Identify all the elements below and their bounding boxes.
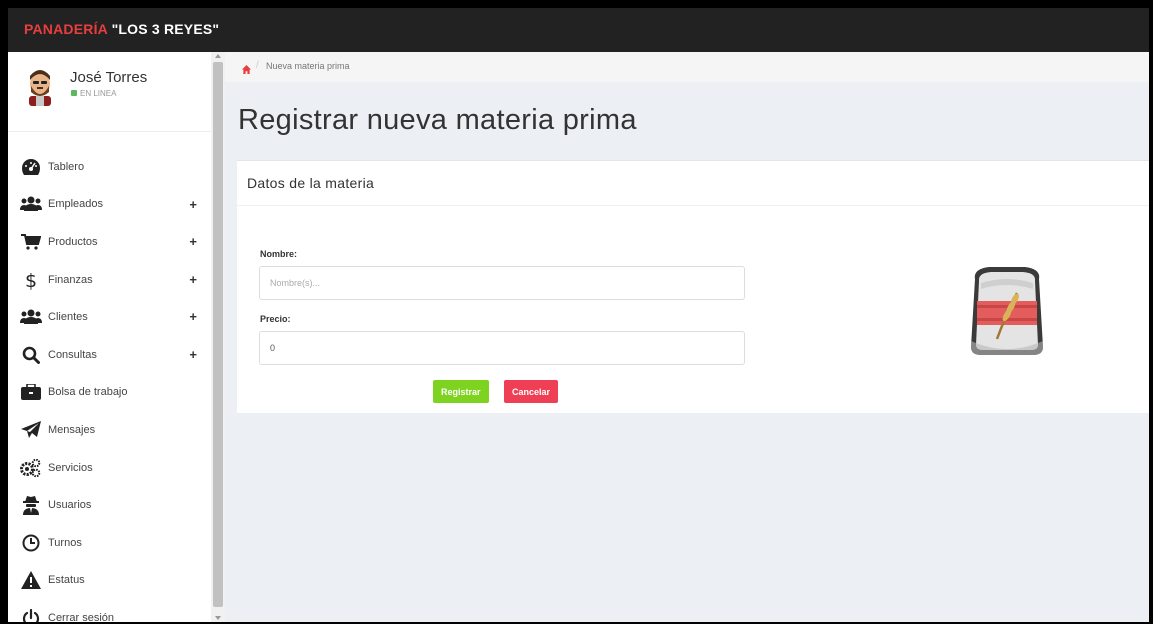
- warning-icon: [20, 570, 42, 590]
- sidebar-item-label: Consultas: [48, 348, 97, 361]
- user-name: José Torres: [70, 69, 148, 86]
- breadcrumb: / Nueva materia prima: [225, 52, 1149, 82]
- sidebar-item-bolsa-de-trabajo[interactable]: Bolsa de trabajo: [8, 374, 211, 412]
- sidebar-item-clientes[interactable]: Clientes +: [8, 298, 211, 336]
- sidebar-item-empleados[interactable]: Empleados +: [8, 186, 211, 224]
- sidebar-item-label: Servicios: [48, 461, 93, 474]
- sidebar-item-turnos[interactable]: Turnos: [8, 524, 211, 562]
- users-icon: [20, 194, 42, 214]
- top-navbar: PANADERÍA "LOS 3 REYES": [8, 8, 1149, 52]
- sidebar-item-consultas[interactable]: Consultas +: [8, 336, 211, 374]
- app-window: PANADERÍA "LOS 3 REYES" José Torres EN L…: [8, 8, 1149, 622]
- box-title: Datos de la materia: [247, 175, 375, 191]
- paper-plane-icon: [20, 420, 42, 440]
- expand-plus-icon[interactable]: +: [189, 272, 197, 287]
- sidebar-item-finanzas[interactable]: $ Finanzas +: [8, 261, 211, 299]
- sidebar-item-cerrar-sesion[interactable]: Cerrar sesión: [8, 599, 211, 622]
- precio-input[interactable]: [259, 331, 745, 365]
- sidebar-item-label: Cerrar sesión: [48, 611, 115, 622]
- avatar: [23, 66, 57, 106]
- scroll-up-arrow-icon[interactable]: [215, 54, 221, 58]
- sidebar-item-label: Clientes: [48, 311, 88, 324]
- user-status: EN LINEA: [71, 89, 116, 98]
- expand-plus-icon[interactable]: +: [189, 197, 197, 212]
- cogs-icon: [20, 458, 42, 478]
- dashboard-icon: [20, 157, 42, 177]
- status-text: EN LINEA: [80, 89, 117, 98]
- cart-icon: [20, 232, 42, 252]
- power-icon: [20, 608, 42, 622]
- search-icon: [20, 345, 42, 365]
- nombre-input[interactable]: [259, 266, 745, 300]
- precio-label: Precio:: [260, 314, 291, 324]
- sidebar-scrollbar[interactable]: [211, 52, 225, 622]
- expand-plus-icon[interactable]: +: [189, 309, 197, 324]
- flour-sack-icon: [967, 261, 1047, 361]
- expand-plus-icon[interactable]: +: [189, 347, 197, 362]
- svg-text:$: $: [25, 270, 37, 290]
- sidebar-menu: Tablero Empleados + Productos + $ Finanz…: [8, 148, 211, 622]
- sidebar-item-label: Empleados: [48, 198, 104, 211]
- sidebar-item-label: Mensajes: [48, 423, 96, 436]
- sidebar-item-estatus[interactable]: Estatus: [8, 562, 211, 600]
- sidebar-item-mensajes[interactable]: Mensajes: [8, 411, 211, 449]
- sidebar-item-tablero[interactable]: Tablero: [8, 148, 211, 186]
- scroll-down-arrow-icon[interactable]: [215, 616, 221, 620]
- dollar-icon: $: [20, 270, 42, 290]
- sidebar-item-label: Finanzas: [48, 273, 93, 286]
- scrollbar-thumb[interactable]: [213, 62, 223, 607]
- sidebar-item-label: Bolsa de trabajo: [48, 386, 128, 399]
- briefcase-icon: [20, 382, 42, 402]
- user-secret-icon: [20, 495, 42, 516]
- breadcrumb-current: Nueva materia prima: [266, 61, 350, 71]
- page-title: Registrar nueva materia prima: [238, 104, 637, 136]
- form-box: Datos de la materia Nombre: Precio: Regi…: [237, 160, 1149, 413]
- sidebar-item-label: Usuarios: [48, 499, 92, 512]
- sidebar-item-label: Tablero: [48, 160, 85, 173]
- brand-logo[interactable]: PANADERÍA "LOS 3 REYES": [24, 21, 219, 37]
- sidebar: José Torres EN LINEA Tablero Empleados +: [8, 52, 211, 622]
- sidebar-item-productos[interactable]: Productos +: [8, 223, 211, 261]
- breadcrumb-separator: /: [256, 60, 259, 71]
- cancelar-button[interactable]: Cancelar: [504, 380, 559, 403]
- users-icon: [20, 307, 42, 327]
- nombre-label: Nombre:: [260, 249, 298, 259]
- clock-icon: [20, 533, 42, 553]
- expand-plus-icon[interactable]: +: [189, 234, 197, 249]
- sidebar-item-servicios[interactable]: Servicios: [8, 449, 211, 487]
- brand-name-highlight: "LOS 3 REYES": [111, 21, 220, 37]
- main-content: / Nueva materia prima Registrar nueva ma…: [225, 52, 1149, 622]
- user-panel: José Torres EN LINEA: [8, 52, 211, 132]
- sidebar-item-label: Turnos: [48, 536, 82, 549]
- box-header: Datos de la materia: [237, 161, 1149, 206]
- home-icon[interactable]: [242, 61, 251, 79]
- sidebar-item-usuarios[interactable]: Usuarios: [8, 486, 211, 524]
- sidebar-item-label: Productos: [48, 235, 98, 248]
- sidebar-item-label: Estatus: [48, 574, 85, 587]
- registrar-button[interactable]: Registrar: [433, 380, 489, 403]
- brand-name: PANADERÍA: [24, 21, 112, 37]
- online-dot-icon: [71, 90, 77, 96]
